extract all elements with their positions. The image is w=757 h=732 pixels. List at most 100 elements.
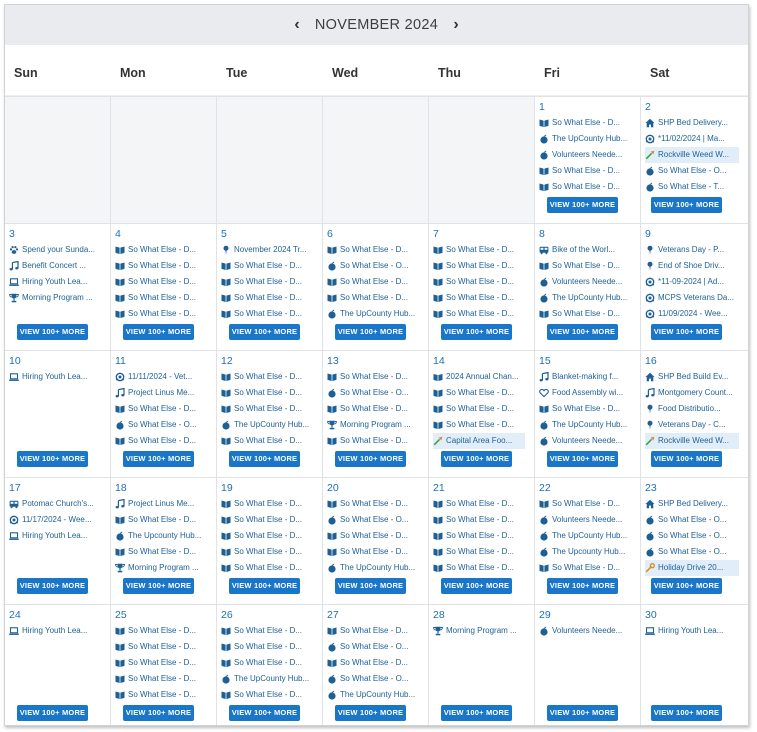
event-item[interactable]: So What Else - D... (115, 258, 213, 274)
event-item[interactable]: So What Else - D... (433, 560, 531, 576)
day-number[interactable]: 29 (539, 608, 637, 623)
event-item[interactable]: So What Else - D... (327, 623, 425, 639)
day-number[interactable]: 20 (327, 481, 425, 496)
event-item[interactable]: So What Else - O... (327, 385, 425, 401)
view-more-button[interactable]: VIEW 100+ MORE (17, 324, 88, 340)
event-item[interactable]: So What Else - O... (645, 163, 745, 179)
event-item[interactable]: The UpCounty Hub... (221, 417, 319, 433)
event-item[interactable]: So What Else - D... (221, 528, 319, 544)
view-more-button[interactable]: VIEW 100+ MORE (547, 197, 618, 213)
event-item[interactable]: So What Else - D... (539, 560, 637, 576)
event-item[interactable]: SHP Bed Delivery... (645, 115, 745, 131)
event-item[interactable]: So What Else - D... (115, 290, 213, 306)
event-item[interactable]: MCPS Veterans Da... (645, 290, 745, 306)
event-item[interactable]: The UpCounty Hub... (539, 290, 637, 306)
event-item[interactable]: Volunteers Neede... (539, 512, 637, 528)
event-item[interactable]: The UpCounty Hub... (539, 131, 637, 147)
event-item[interactable]: Hiring Youth Lea... (9, 528, 107, 544)
event-item[interactable]: The UpCounty Hub... (539, 417, 637, 433)
event-item[interactable]: So What Else - D... (221, 687, 319, 703)
event-item[interactable]: So What Else - D... (327, 369, 425, 385)
event-item[interactable]: 11/11/2024 - Vet... (115, 369, 213, 385)
day-number[interactable]: 5 (221, 227, 319, 242)
event-item[interactable]: So What Else - D... (221, 274, 319, 290)
event-item[interactable]: So What Else - D... (221, 401, 319, 417)
event-item[interactable]: Food Distributio... (645, 401, 745, 417)
event-item[interactable]: So What Else - D... (221, 306, 319, 322)
event-item[interactable]: Morning Program ... (115, 560, 213, 576)
event-item[interactable]: So What Else - D... (539, 115, 637, 131)
event-item[interactable]: So What Else - O... (645, 544, 745, 560)
view-more-button[interactable]: VIEW 100+ MORE (229, 705, 300, 721)
event-item[interactable]: So What Else - O... (115, 417, 213, 433)
event-item[interactable]: So What Else - D... (221, 433, 319, 449)
view-more-button[interactable]: VIEW 100+ MORE (547, 578, 618, 594)
event-item[interactable]: So What Else - D... (221, 258, 319, 274)
event-item[interactable]: The UpCounty Hub... (327, 560, 425, 576)
day-number[interactable]: 22 (539, 481, 637, 496)
event-item[interactable]: Hiring Youth Lea... (645, 623, 745, 639)
event-item[interactable]: Volunteers Neede... (539, 623, 637, 639)
day-number[interactable]: 23 (645, 481, 745, 496)
event-item[interactable]: So What Else - D... (433, 401, 531, 417)
event-item[interactable]: So What Else - D... (433, 544, 531, 560)
event-item[interactable]: Project Linus Me... (115, 385, 213, 401)
event-item[interactable]: So What Else - D... (221, 496, 319, 512)
event-item[interactable]: So What Else - D... (433, 290, 531, 306)
event-item[interactable]: So What Else - D... (327, 496, 425, 512)
event-item[interactable]: Volunteers Neede... (539, 433, 637, 449)
day-number[interactable]: 13 (327, 354, 425, 369)
event-item[interactable]: So What Else - D... (221, 655, 319, 671)
event-item[interactable]: So What Else - D... (115, 639, 213, 655)
event-item[interactable]: Montgomery Count... (645, 385, 745, 401)
event-item[interactable]: So What Else - D... (221, 385, 319, 401)
event-item[interactable]: *11/02/2024 | Ma... (645, 131, 745, 147)
event-item[interactable]: So What Else - D... (433, 306, 531, 322)
event-item[interactable]: So What Else - D... (327, 528, 425, 544)
day-number[interactable]: 10 (9, 354, 107, 369)
day-number[interactable]: 9 (645, 227, 745, 242)
event-item[interactable]: Morning Program ... (433, 623, 531, 639)
view-more-button[interactable]: VIEW 100+ MORE (17, 705, 88, 721)
view-more-button[interactable]: VIEW 100+ MORE (651, 197, 722, 213)
day-number[interactable]: 28 (433, 608, 531, 623)
event-item[interactable]: So What Else - D... (115, 655, 213, 671)
event-item[interactable]: So What Else - D... (115, 687, 213, 703)
view-more-button[interactable]: VIEW 100+ MORE (335, 578, 406, 594)
view-more-button[interactable]: VIEW 100+ MORE (123, 324, 194, 340)
event-item[interactable]: So What Else - D... (115, 671, 213, 687)
view-more-button[interactable]: VIEW 100+ MORE (651, 451, 722, 467)
event-item[interactable]: Project Linus Me... (115, 496, 213, 512)
event-item[interactable]: So What Else - D... (115, 401, 213, 417)
view-more-button[interactable]: VIEW 100+ MORE (441, 578, 512, 594)
event-item[interactable]: So What Else - D... (115, 242, 213, 258)
event-item[interactable]: So What Else - D... (221, 639, 319, 655)
day-number[interactable]: 27 (327, 608, 425, 623)
view-more-button[interactable]: VIEW 100+ MORE (651, 705, 722, 721)
view-more-button[interactable]: VIEW 100+ MORE (229, 578, 300, 594)
event-item[interactable]: So What Else - D... (115, 433, 213, 449)
event-item[interactable]: Bike of the Worl... (539, 242, 637, 258)
day-number[interactable]: 6 (327, 227, 425, 242)
event-item[interactable]: Holiday Drive 20... (645, 560, 739, 576)
event-item[interactable]: So What Else - D... (433, 258, 531, 274)
next-month-icon[interactable]: › (446, 15, 466, 35)
event-item[interactable]: So What Else - D... (221, 290, 319, 306)
event-item[interactable]: So What Else - O... (645, 512, 745, 528)
day-number[interactable]: 2 (645, 100, 745, 115)
event-item[interactable]: November 2024 Tr... (221, 242, 319, 258)
day-number[interactable]: 1 (539, 100, 637, 115)
event-item[interactable]: So What Else - D... (433, 496, 531, 512)
event-item[interactable]: So What Else - D... (327, 433, 425, 449)
event-item[interactable]: The UpCounty Hub... (327, 306, 425, 322)
event-item[interactable]: Food Assembly wi... (539, 385, 637, 401)
view-more-button[interactable]: VIEW 100+ MORE (441, 705, 512, 721)
view-more-button[interactable]: VIEW 100+ MORE (441, 324, 512, 340)
event-item[interactable]: So What Else - D... (327, 290, 425, 306)
day-number[interactable]: 12 (221, 354, 319, 369)
event-item[interactable]: End of Shoe Driv... (645, 258, 745, 274)
day-number[interactable]: 19 (221, 481, 319, 496)
view-more-button[interactable]: VIEW 100+ MORE (651, 578, 722, 594)
event-item[interactable]: So What Else - D... (327, 544, 425, 560)
day-number[interactable]: 25 (115, 608, 213, 623)
